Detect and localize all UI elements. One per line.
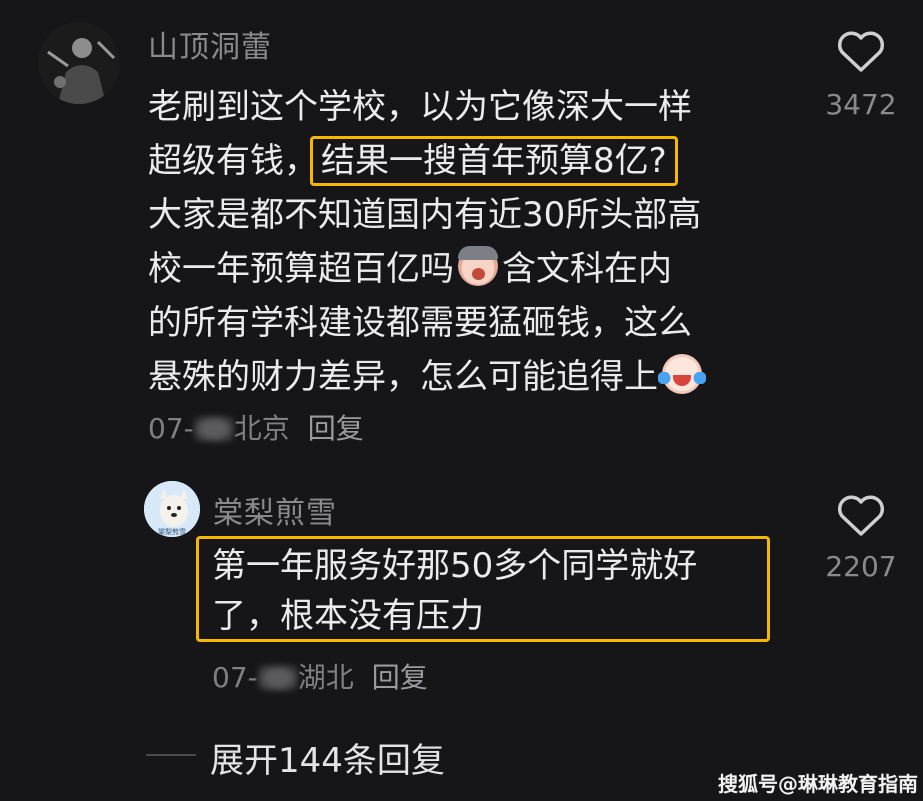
avatar[interactable]: 棠梨煎雪 — [144, 481, 200, 537]
comment-meta: 07- 湖北 回复 — [212, 656, 428, 696]
comment-line: 的所有学科建设都需要猛砸钱，这么 — [148, 303, 692, 343]
crying-emoji-icon — [458, 246, 498, 286]
highlighted-text: 结果一搜首年预算8亿? — [310, 136, 678, 186]
comment-body: 老刷到这个学校，以为它像深大一样 超级有钱，结果一搜首年预算8亿? 大家是都不知… — [148, 80, 706, 404]
comment-location: 北京 — [233, 412, 290, 445]
blurred-date — [257, 665, 298, 691]
comment-line: 校一年预算超百亿吗 含文科在内 — [148, 242, 706, 296]
avatar[interactable] — [38, 22, 120, 104]
blurred-date — [193, 416, 234, 442]
expand-replies-button[interactable]: 展开144条回复 — [210, 733, 445, 782]
comment-line: 悬殊的财力差异，怎么可能追得上 — [148, 350, 706, 404]
comment-line-text: 含文科在内 — [502, 249, 672, 289]
watermark: 搜狐号@琳琳教育指南 — [718, 772, 918, 796]
username[interactable]: 棠梨煎雪 — [213, 488, 337, 532]
comment-line-text: 校一年预算超百亿吗 — [148, 249, 454, 289]
reply-button[interactable]: 回复 — [308, 412, 364, 445]
comment-body: 第一年服务好那50多个同学就好 了，根本没有压力 — [212, 541, 697, 641]
comment-meta: 07- 北京 回复 — [148, 407, 364, 447]
comment-line: 超级有钱，结果一搜首年预算8亿? — [148, 134, 706, 188]
like-count: 2207 — [825, 550, 897, 583]
heart-icon[interactable] — [836, 30, 886, 74]
comment-date: 07- — [212, 661, 258, 694]
comment-line: 老刷到这个学校，以为它像深大一样 — [148, 87, 692, 127]
comment-line: 第一年服务好那50多个同学就好 — [212, 546, 698, 586]
comment-line: 了，根本没有压力 — [212, 596, 484, 636]
like-count: 3472 — [825, 88, 897, 121]
reply-button[interactable]: 回复 — [372, 661, 428, 694]
heart-icon[interactable] — [836, 494, 886, 538]
comment-line-text: 悬殊的财力差异，怎么可能追得上 — [148, 357, 658, 397]
avatar-caption: 棠梨煎雪 — [158, 527, 186, 536]
comment-location: 湖北 — [297, 661, 354, 694]
divider — [146, 754, 196, 756]
comment-date: 07- — [148, 412, 194, 445]
comment-line: 大家是都不知道国内有近30所头部高 — [148, 195, 702, 235]
laugh-cry-emoji-icon — [658, 354, 706, 394]
username[interactable]: 山顶洞蕾 — [148, 22, 272, 66]
comment-line-prefix: 超级有钱， — [148, 141, 318, 181]
